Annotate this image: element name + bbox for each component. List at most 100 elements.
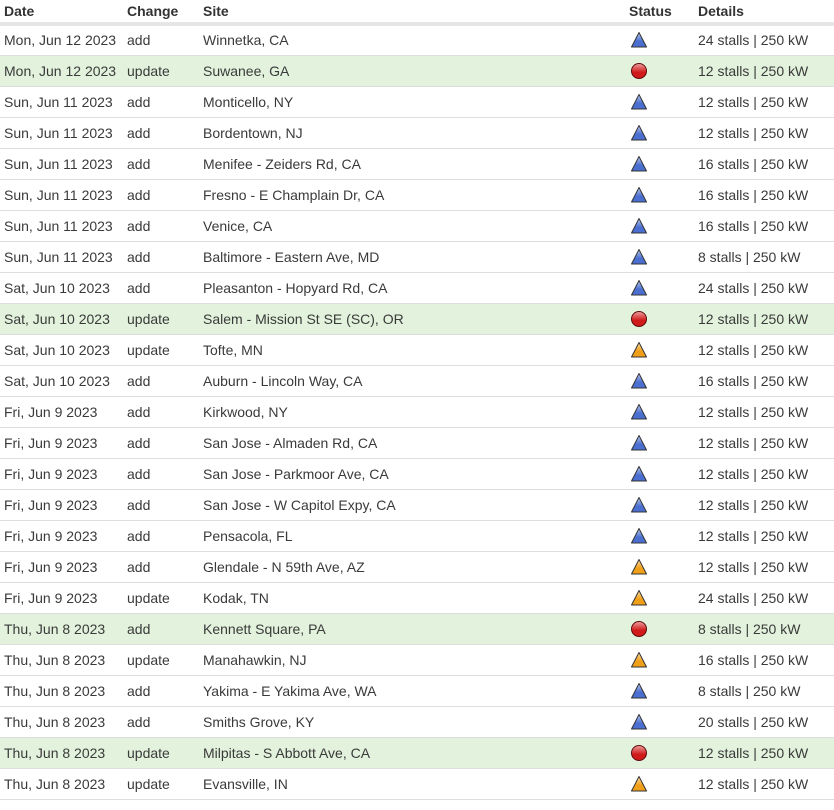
cell-site[interactable]: Milpitas - S Abbott Ave, CA [199, 737, 621, 769]
cell-site[interactable]: Kodak, TN [199, 582, 621, 614]
cell-date: Fri, Jun 9 2023 [0, 427, 123, 459]
cell-change: add [123, 489, 199, 521]
table-row[interactable]: Mon, Jun 12 2023 update Suwanee, GA 12 stal… [0, 55, 834, 87]
cell-site[interactable]: Pleasanton - Hopyard Rd, CA [199, 272, 621, 304]
cell-date: Sun, Jun 11 2023 [0, 179, 123, 211]
table-row[interactable]: Sun, Jun 11 2023 add Bordentown, NJ 12 stal… [0, 117, 834, 149]
table-row[interactable]: Fri, Jun 9 2023 add San Jose - W Capitol E… [0, 489, 834, 521]
cell-details: 16 stalls | 250 kW [694, 210, 834, 242]
cell-date: Thu, Jun 8 2023 [0, 768, 123, 800]
cell-change: add [123, 365, 199, 397]
cell-site[interactable]: Fresno - E Champlain Dr, CA [199, 179, 621, 211]
cell-site[interactable]: San Jose - Almaden Rd, CA [199, 427, 621, 459]
cell-site[interactable]: Monticello, NY [199, 86, 621, 118]
table-row[interactable]: Sun, Jun 11 2023 add Fresno - E Champlain … [0, 179, 834, 211]
table-row[interactable]: Fri, Jun 9 2023 add Pensacola, FL 12 stalls… [0, 520, 834, 552]
cell-status [621, 303, 694, 335]
table-row[interactable]: Sat, Jun 10 2023 add Pleasanton - Hopyard … [0, 272, 834, 304]
cell-details: 12 stalls | 250 kW [694, 86, 834, 118]
cell-site[interactable]: Kennett Square, PA [199, 613, 621, 645]
cell-site[interactable]: Auburn - Lincoln Way, CA [199, 365, 621, 397]
blue-triangle-icon [630, 527, 648, 545]
cell-change: add [123, 520, 199, 552]
table-row[interactable]: Sat, Jun 10 2023 update Tofte, MN 12 stalls… [0, 334, 834, 366]
supercharger-changes-table: Date Change Site Status Details Mon, Jun… [0, 0, 834, 800]
table-row[interactable]: Thu, Jun 8 2023 update Evansville, IN 12 st… [0, 768, 834, 800]
cell-change: add [123, 706, 199, 738]
column-header-site[interactable]: Site [199, 0, 621, 26]
table-row[interactable]: Fri, Jun 9 2023 add San Jose - Almaden Rd,… [0, 427, 834, 459]
table-row[interactable]: Sun, Jun 11 2023 add Menifee - Zeiders Rd,… [0, 148, 834, 180]
cell-site[interactable]: Suwanee, GA [199, 55, 621, 87]
table-row[interactable]: Sun, Jun 11 2023 add Baltimore - Eastern A… [0, 241, 834, 273]
column-header-details[interactable]: Details [694, 0, 834, 26]
cell-date: Mon, Jun 12 2023 [0, 24, 123, 56]
cell-site[interactable]: Glendale - N 59th Ave, AZ [199, 551, 621, 583]
cell-details: 12 stalls | 250 kW [694, 458, 834, 490]
cell-site[interactable]: Kirkwood, NY [199, 396, 621, 428]
cell-site[interactable]: San Jose - Parkmoor Ave, CA [199, 458, 621, 490]
blue-triangle-icon [630, 217, 648, 235]
cell-status [621, 613, 694, 645]
cell-site[interactable]: San Jose - W Capitol Expy, CA [199, 489, 621, 521]
cell-details: 12 stalls | 250 kW [694, 737, 834, 769]
cell-status [621, 706, 694, 738]
cell-date: Thu, Jun 8 2023 [0, 644, 123, 676]
cell-site[interactable]: Smiths Grove, KY [199, 706, 621, 738]
table-row[interactable]: Sun, Jun 11 2023 add Venice, CA 16 stalls |… [0, 210, 834, 242]
table-row[interactable]: Fri, Jun 9 2023 add Kirkwood, NY 12 stalls … [0, 396, 834, 428]
column-header-date[interactable]: Date [0, 0, 123, 26]
table-row[interactable]: Mon, Jun 12 2023 add Winnetka, CA 24 stalls… [0, 24, 834, 56]
cell-site[interactable]: Winnetka, CA [199, 24, 621, 56]
cell-status [621, 396, 694, 428]
table-row[interactable]: Sat, Jun 10 2023 update Salem - Mission St… [0, 303, 834, 335]
table-row[interactable]: Fri, Jun 9 2023 add Glendale - N 59th Ave,… [0, 551, 834, 583]
cell-change: add [123, 24, 199, 56]
cell-site[interactable]: Venice, CA [199, 210, 621, 242]
cell-change: add [123, 179, 199, 211]
cell-change: add [123, 396, 199, 428]
column-header-status[interactable]: Status [621, 0, 694, 26]
cell-status [621, 458, 694, 490]
blue-triangle-icon [630, 682, 648, 700]
cell-status [621, 179, 694, 211]
cell-site[interactable]: Tofte, MN [199, 334, 621, 366]
table-row[interactable]: Sat, Jun 10 2023 add Auburn - Lincoln Way,… [0, 365, 834, 397]
cell-site[interactable]: Yakima - E Yakima Ave, WA [199, 675, 621, 707]
cell-date: Mon, Jun 12 2023 [0, 55, 123, 87]
red-circle-icon [630, 744, 648, 762]
orange-triangle-icon [630, 341, 648, 359]
cell-date: Sun, Jun 11 2023 [0, 148, 123, 180]
cell-change: add [123, 427, 199, 459]
cell-date: Thu, Jun 8 2023 [0, 613, 123, 645]
cell-site[interactable]: Evansville, IN [199, 768, 621, 800]
table-row[interactable]: Fri, Jun 9 2023 update Kodak, TN 24 stalls … [0, 582, 834, 614]
blue-triangle-icon [630, 248, 648, 266]
cell-date: Sun, Jun 11 2023 [0, 210, 123, 242]
cell-site[interactable]: Menifee - Zeiders Rd, CA [199, 148, 621, 180]
cell-change: update [123, 644, 199, 676]
blue-triangle-icon [630, 93, 648, 111]
cell-details: 16 stalls | 250 kW [694, 148, 834, 180]
table-row[interactable]: Sun, Jun 11 2023 add Monticello, NY 12 stal… [0, 86, 834, 118]
cell-change: update [123, 768, 199, 800]
table-row[interactable]: Fri, Jun 9 2023 add San Jose - Parkmoor Av… [0, 458, 834, 490]
table-row[interactable]: Thu, Jun 8 2023 update Milpitas - S Abbott… [0, 737, 834, 769]
table-row[interactable]: Thu, Jun 8 2023 update Manahawkin, NJ 16 st… [0, 644, 834, 676]
cell-change: add [123, 241, 199, 273]
cell-site[interactable]: Manahawkin, NJ [199, 644, 621, 676]
cell-status [621, 86, 694, 118]
table-row[interactable]: Thu, Jun 8 2023 add Smiths Grove, KY 20 sta… [0, 706, 834, 738]
cell-site[interactable]: Baltimore - Eastern Ave, MD [199, 241, 621, 273]
orange-triangle-icon [630, 589, 648, 607]
cell-details: 12 stalls | 250 kW [694, 334, 834, 366]
cell-details: 24 stalls | 250 kW [694, 24, 834, 56]
cell-site[interactable]: Bordentown, NJ [199, 117, 621, 149]
column-header-change[interactable]: Change [123, 0, 199, 26]
cell-site[interactable]: Salem - Mission St SE (SC), OR [199, 303, 621, 335]
cell-change: update [123, 582, 199, 614]
cell-status [621, 365, 694, 397]
table-row[interactable]: Thu, Jun 8 2023 add Kennett Square, PA 8 st… [0, 613, 834, 645]
cell-site[interactable]: Pensacola, FL [199, 520, 621, 552]
table-row[interactable]: Thu, Jun 8 2023 add Yakima - E Yakima Ave,… [0, 675, 834, 707]
